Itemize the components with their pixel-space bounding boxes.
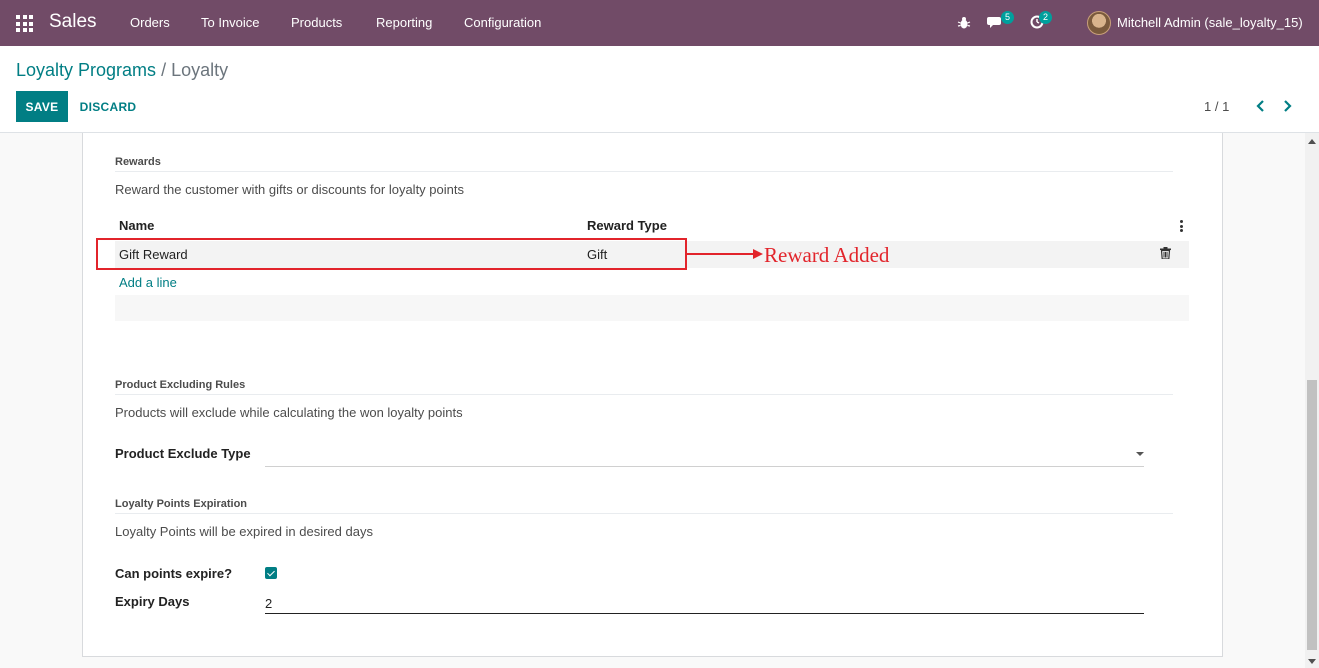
pager-previous-icon[interactable] — [1255, 100, 1265, 112]
product-exclude-type-select[interactable] — [265, 444, 1144, 467]
expiry-days-input[interactable] — [265, 594, 1144, 614]
breadcrumb-parent[interactable]: Loyalty Programs — [16, 60, 156, 80]
expiration-section-title: Loyalty Points Expiration — [115, 498, 248, 510]
rewards-section-divider — [115, 171, 1173, 172]
app-brand[interactable]: Sales — [49, 11, 97, 33]
exclusion-section-divider — [115, 394, 1173, 395]
menu-reporting[interactable]: Reporting — [376, 15, 432, 30]
scroll-up-arrow-icon[interactable] — [1308, 139, 1316, 144]
form-sheet — [82, 133, 1223, 657]
column-header-name[interactable]: Name — [119, 218, 154, 233]
chevron-down-icon — [1136, 452, 1144, 456]
scrollbar-thumb[interactable] — [1307, 380, 1317, 650]
annotation-arrow-head — [753, 249, 763, 259]
expiration-section-divider — [115, 513, 1173, 514]
debug-bug-icon[interactable] — [957, 16, 971, 30]
menu-orders[interactable]: Orders — [130, 15, 170, 30]
scroll-down-arrow-icon[interactable] — [1308, 659, 1316, 664]
vertical-scrollbar[interactable] — [1305, 133, 1319, 668]
discard-button[interactable]: DISCARD — [74, 91, 142, 122]
empty-table-row — [115, 295, 1189, 321]
breadcrumb-separator: / — [161, 60, 167, 80]
rewards-section-title: Rewards — [115, 156, 161, 168]
menu-to-invoice[interactable]: To Invoice — [201, 15, 260, 30]
menu-configuration[interactable]: Configuration — [464, 15, 541, 30]
can-points-expire-label: Can points expire? — [115, 566, 233, 581]
product-exclude-type-label: Product Exclude Type — [115, 446, 251, 461]
breadcrumb: Loyalty Programs / Loyalty — [16, 60, 228, 81]
messages-badge: 5 — [1001, 11, 1015, 24]
top-navbar: Sales Orders To Invoice Products Reporti… — [0, 0, 1319, 46]
expiration-description: Loyalty Points will be expired in desire… — [115, 524, 373, 539]
rewards-description: Reward the customer with gifts or discou… — [115, 182, 464, 197]
pager-next-icon[interactable] — [1283, 100, 1293, 112]
breadcrumb-current: Loyalty — [171, 60, 229, 80]
exclusion-section-title: Product Excluding Rules — [115, 379, 246, 391]
column-header-reward-type[interactable]: Reward Type — [587, 218, 667, 233]
menu-products[interactable]: Products — [291, 15, 342, 30]
add-a-line-link[interactable]: Add a line — [119, 275, 177, 290]
optional-columns-icon[interactable] — [1180, 220, 1184, 234]
save-button[interactable]: SAVE — [16, 91, 68, 122]
control-panel: Loyalty Programs / Loyalty SAVE DISCARD … — [0, 46, 1319, 133]
delete-row-trash-icon[interactable] — [1160, 247, 1171, 259]
user-menu[interactable]: Mitchell Admin (sale_loyalty_15) — [1117, 15, 1303, 30]
exclusion-description: Products will exclude while calculating … — [115, 405, 463, 420]
expiry-days-label: Expiry Days — [115, 594, 190, 609]
activities-badge: 2 — [1039, 11, 1053, 24]
annotation-arrow-line — [687, 253, 755, 255]
user-avatar[interactable] — [1087, 11, 1111, 35]
apps-menu-icon[interactable] — [16, 15, 33, 32]
pager-value[interactable]: 1 / 1 — [1204, 99, 1229, 114]
can-points-expire-checkbox[interactable] — [265, 567, 277, 579]
annotation-highlight-box — [96, 238, 687, 270]
annotation-label: Reward Added — [764, 243, 890, 267]
